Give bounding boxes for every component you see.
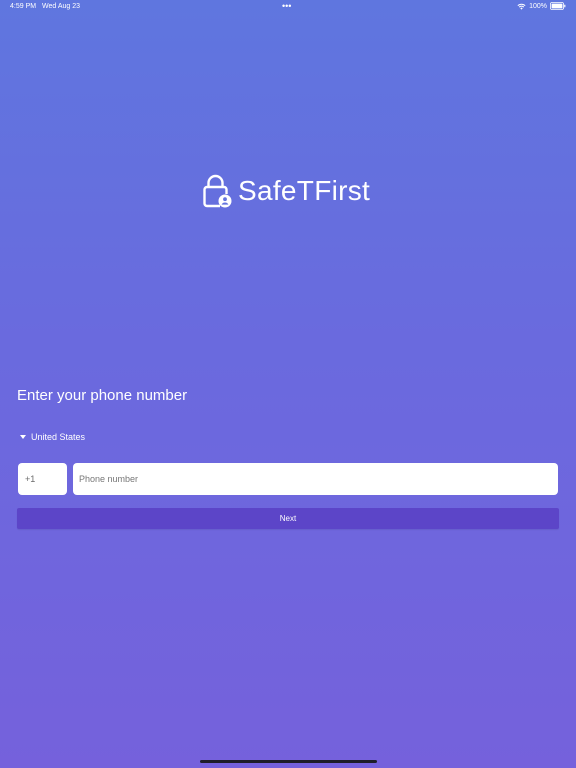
wifi-icon: [517, 3, 526, 10]
app-logo: SafeTFirst: [202, 174, 370, 208]
next-button[interactable]: Next: [17, 508, 559, 529]
app-name: SafeTFirst: [238, 175, 371, 206]
country-selector[interactable]: United States: [20, 432, 85, 442]
status-date: Wed Aug 23: [42, 3, 81, 10]
lock-user-icon: [202, 174, 232, 208]
page-title: Enter your phone number: [17, 387, 188, 404]
caret-down-icon: [20, 435, 26, 439]
status-time: 4:59 PM: [10, 3, 37, 10]
status-bar: 4:59 PM Wed Aug 23 ••• 100%: [0, 0, 576, 14]
phone-number-input[interactable]: [73, 463, 558, 495]
home-indicator[interactable]: [200, 760, 377, 763]
status-indicators: 100%: [517, 2, 566, 10]
country-code-field[interactable]: +1: [18, 463, 67, 495]
multitasking-dots[interactable]: •••: [282, 1, 291, 11]
battery-percent: 100%: [529, 2, 547, 10]
country-label: United States: [31, 432, 86, 442]
battery-icon: [550, 2, 566, 10]
